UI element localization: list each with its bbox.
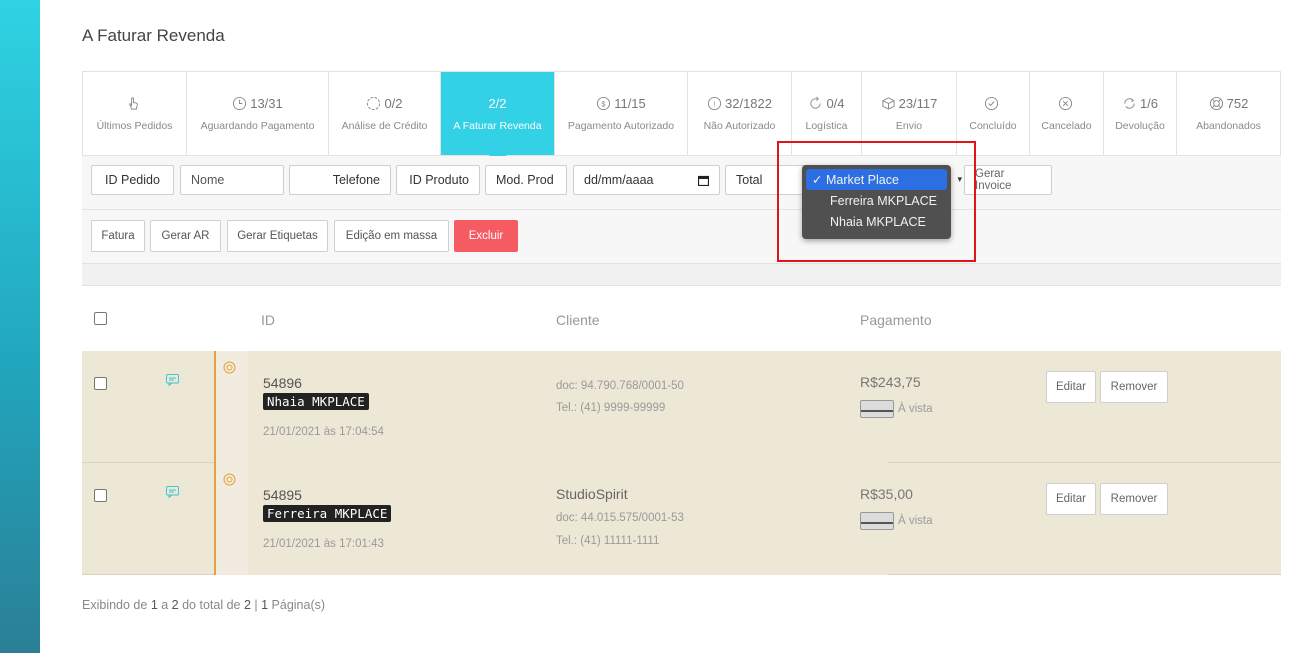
clock-icon bbox=[233, 96, 247, 110]
excluir-button[interactable]: Excluir bbox=[454, 220, 518, 252]
col-pagamento: Pagamento bbox=[860, 312, 932, 328]
gerar-invoice-button[interactable]: Gerar Invoice bbox=[964, 165, 1052, 195]
row-checkbox[interactable] bbox=[94, 377, 107, 390]
order-date: 21/01/2021 às 17:01:43 bbox=[263, 538, 384, 550]
box-icon bbox=[882, 96, 895, 110]
annotation-highlight bbox=[777, 141, 976, 262]
edit-button[interactable]: Editar bbox=[1046, 483, 1096, 515]
filter-row: ID Pedido Nome Telefone ID Produto Mod. … bbox=[82, 156, 1281, 210]
svg-text:!: ! bbox=[713, 99, 715, 108]
lifebuoy-icon bbox=[223, 361, 236, 374]
table-row[interactable]: 54895 Ferreira MKPLACE 21/01/2021 às 17:… bbox=[82, 463, 1281, 575]
tab-a-faturar-revenda[interactable]: 2/2 A Faturar Revenda bbox=[441, 72, 555, 164]
id-pedido-input[interactable]: ID Pedido bbox=[91, 165, 174, 195]
hand-pointer-icon bbox=[128, 96, 138, 110]
pagination-info: Exibindo de 1 a 2 do total de 2 | 1 Pági… bbox=[82, 598, 326, 612]
tab-aguardando-pagamento[interactable]: 13/31 Aguardando Pagamento bbox=[187, 72, 329, 155]
chat-icon[interactable] bbox=[166, 374, 179, 386]
select-all-checkbox[interactable] bbox=[94, 312, 107, 325]
fatura-button[interactable]: Fatura bbox=[91, 220, 145, 252]
id-produto-input[interactable]: ID Produto bbox=[396, 165, 480, 195]
client-doc: doc: 44.015.575/0001-53 bbox=[556, 512, 684, 524]
separator bbox=[82, 264, 1281, 286]
credit-card-icon bbox=[860, 512, 894, 530]
client-name[interactable]: StudioSpirit bbox=[556, 486, 628, 502]
edit-button[interactable]: Editar bbox=[1046, 371, 1096, 403]
lifebuoy-icon bbox=[223, 473, 236, 486]
payment-value: R$243,75 bbox=[860, 374, 921, 390]
remove-button[interactable]: Remover bbox=[1100, 483, 1168, 515]
dollar-circle-icon: $ bbox=[597, 96, 611, 110]
row-checkbox[interactable] bbox=[94, 489, 107, 502]
remove-button[interactable]: Remover bbox=[1100, 371, 1168, 403]
svg-text:$: $ bbox=[602, 99, 607, 108]
return-arrows-icon bbox=[1124, 97, 1135, 109]
table-row[interactable]: 54896 Nhaia MKPLACE 21/01/2021 às 17:04:… bbox=[82, 351, 1281, 463]
client-tel: Tel.: (41) 11111-1111 bbox=[556, 535, 660, 547]
spinner-circle-icon bbox=[367, 96, 381, 110]
gerar-ar-button[interactable]: Gerar AR bbox=[150, 220, 221, 252]
payment-method: À vista bbox=[860, 400, 933, 418]
order-date: 21/01/2021 às 17:04:54 bbox=[263, 426, 384, 438]
col-cliente: Cliente bbox=[556, 312, 600, 328]
x-circle-icon bbox=[1058, 96, 1072, 110]
alert-circle-icon: ! bbox=[707, 96, 722, 110]
table-header: ID Cliente Pagamento bbox=[82, 287, 1281, 351]
store-tag: Ferreira MKPLACE bbox=[263, 505, 392, 522]
payment-value: R$35,00 bbox=[860, 486, 913, 502]
mod-prod-input[interactable]: Mod. Prod bbox=[485, 165, 567, 195]
tab-pagamento-autorizado[interactable]: $11/15 Pagamento Autorizado bbox=[555, 72, 688, 155]
check-circle-icon bbox=[984, 96, 999, 110]
calendar-icon[interactable] bbox=[698, 175, 709, 186]
action-row: Fatura Gerar AR Gerar Etiquetas Edição e… bbox=[82, 210, 1281, 264]
edicao-em-massa-button[interactable]: Edição em massa bbox=[334, 220, 449, 252]
tab-ultimos-pedidos[interactable]: Últimos Pedidos bbox=[83, 72, 187, 155]
lifebuoy-icon bbox=[1209, 96, 1223, 110]
tab-analise-credito[interactable]: 0/2 Análise de Crédito bbox=[329, 72, 441, 155]
tab-abandonados[interactable]: 752 Abandonados bbox=[1177, 72, 1280, 155]
client-doc: doc: 94.790.768/0001-50 bbox=[556, 380, 684, 392]
tab-devolucao[interactable]: 1/6 Devolução bbox=[1104, 72, 1177, 155]
tab-cancelado[interactable]: Cancelado bbox=[1030, 72, 1104, 155]
date-input[interactable]: dd/mm/aaaa bbox=[573, 165, 720, 195]
gerar-etiquetas-button[interactable]: Gerar Etiquetas bbox=[227, 220, 328, 252]
store-tag: Nhaia MKPLACE bbox=[263, 393, 369, 410]
nome-input[interactable]: Nome bbox=[180, 165, 284, 195]
order-id[interactable]: 54896 bbox=[263, 375, 302, 391]
page-title: A Faturar Revenda bbox=[82, 26, 225, 45]
chat-icon[interactable] bbox=[166, 486, 179, 498]
payment-method: À vista bbox=[860, 512, 933, 530]
order-id[interactable]: 54895 bbox=[263, 487, 302, 503]
refresh-icon bbox=[810, 96, 822, 109]
credit-card-icon bbox=[860, 400, 894, 418]
side-nav-bar bbox=[0, 0, 40, 653]
status-tabs: Últimos Pedidos 13/31 Aguardando Pagamen… bbox=[82, 71, 1281, 164]
client-tel: Tel.: (41) 9999-99999 bbox=[556, 402, 666, 414]
telefone-input[interactable]: Telefone bbox=[289, 165, 391, 195]
col-id: ID bbox=[261, 312, 275, 328]
